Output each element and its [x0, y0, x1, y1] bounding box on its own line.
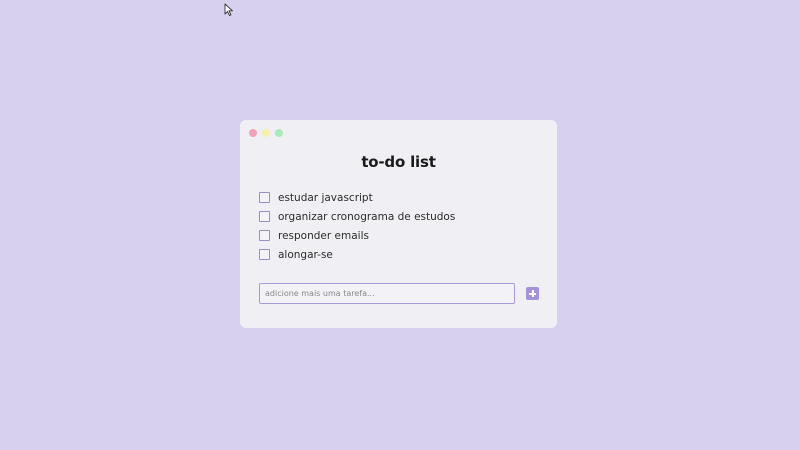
- todo-window: to-do list estudar javascript organizar …: [240, 120, 557, 328]
- task-item[interactable]: organizar cronograma de estudos: [259, 207, 455, 226]
- maximize-dot-icon[interactable]: [275, 129, 283, 137]
- task-checkbox[interactable]: [259, 192, 270, 203]
- window-controls: [249, 129, 283, 137]
- add-task-button[interactable]: [526, 287, 539, 300]
- task-item[interactable]: alongar-se: [259, 245, 455, 264]
- minimize-dot-icon[interactable]: [262, 129, 270, 137]
- task-label: alongar-se: [278, 248, 333, 261]
- new-task-row: [259, 283, 545, 304]
- page-title: to-do list: [361, 153, 436, 171]
- task-label: responder emails: [278, 229, 369, 242]
- task-list: estudar javascript organizar cronograma …: [259, 188, 455, 264]
- task-checkbox[interactable]: [259, 211, 270, 222]
- new-task-input[interactable]: [259, 283, 515, 304]
- task-item[interactable]: responder emails: [259, 226, 455, 245]
- mouse-cursor-icon: [224, 3, 233, 16]
- task-label: estudar javascript: [278, 191, 373, 204]
- task-checkbox[interactable]: [259, 230, 270, 241]
- task-checkbox[interactable]: [259, 249, 270, 260]
- task-item[interactable]: estudar javascript: [259, 188, 455, 207]
- task-label: organizar cronograma de estudos: [278, 210, 456, 223]
- close-dot-icon[interactable]: [249, 129, 257, 137]
